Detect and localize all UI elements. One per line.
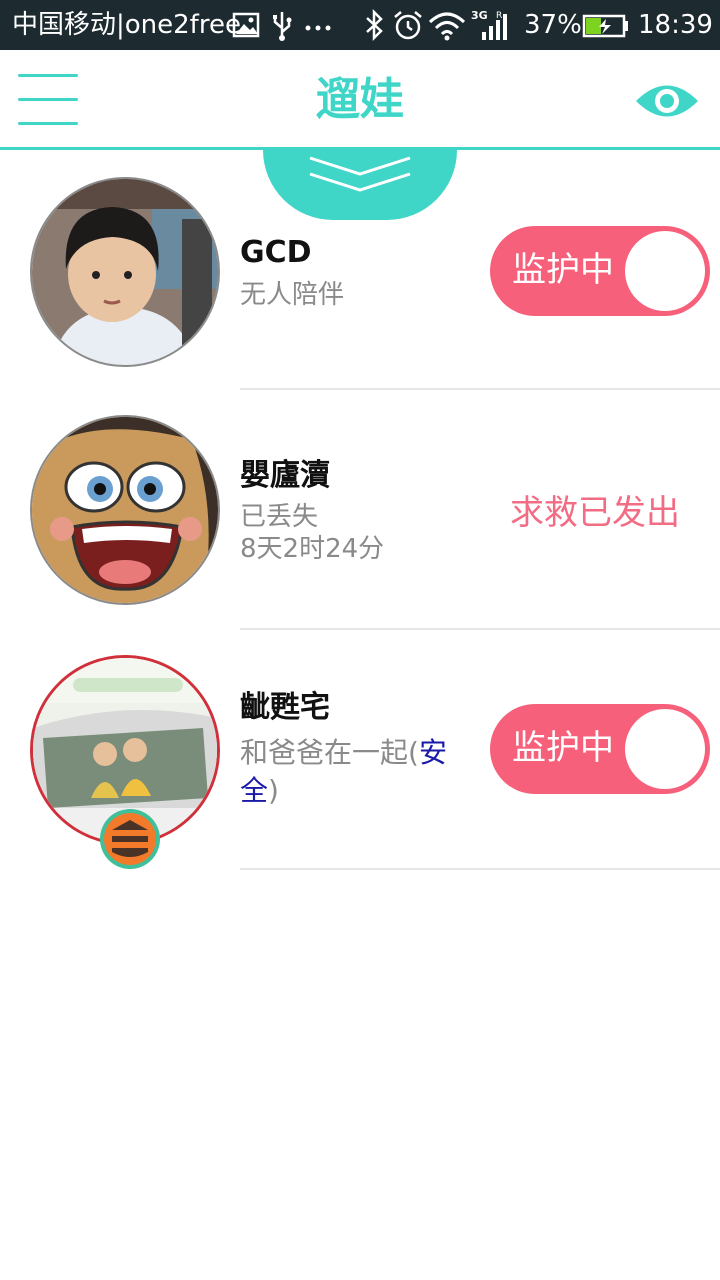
sos-sent-label: 求救已发出 — [510, 493, 680, 533]
toggle-label: 监护中 — [512, 250, 614, 290]
signal-icon: 3G R — [471, 9, 507, 40]
battery-percent: 37% — [524, 10, 582, 40]
wifi-icon — [428, 12, 466, 41]
page-title: 遛娃 — [316, 74, 404, 125]
child-name: GCD — [240, 235, 312, 270]
toggle-knob — [625, 709, 705, 789]
status-bar: 中国移动|one2free 3G R 37% 18:39 — [0, 0, 720, 50]
avatar — [30, 415, 220, 605]
toggle-knob — [625, 231, 705, 311]
child-row[interactable]: 齜甦宅 和爸爸在一起(安全) 监护中 — [0, 630, 720, 870]
missing-duration: 8天2时24分 — [240, 534, 385, 564]
alarm-icon — [394, 11, 422, 40]
child-status: 和爸爸在一起(安全) — [240, 736, 447, 807]
toggle-label: 监护中 — [512, 728, 614, 768]
usb-icon — [273, 12, 292, 41]
child-name: 嬰廬瀆 — [240, 458, 330, 493]
bluetooth-icon — [366, 8, 383, 42]
battery-icon — [582, 14, 628, 38]
avatar — [30, 177, 220, 367]
clock: 18:39 — [638, 10, 713, 40]
child-row[interactable]: 嬰廬瀆 已丢失 8天2时24分 求救已发出 — [0, 390, 720, 630]
child-name: 齜甦宅 — [240, 690, 330, 725]
promo-badge-icon — [100, 809, 160, 869]
guard-toggle[interactable]: 监护中 — [490, 704, 710, 794]
carrier-label: 中国移动|one2free — [12, 10, 241, 40]
eye-icon[interactable] — [634, 76, 700, 126]
app-header: 遛娃 — [0, 50, 720, 150]
more-icon — [305, 25, 331, 31]
child-status: 已丢失 — [240, 502, 319, 532]
child-status: 无人陪伴 — [240, 280, 345, 310]
guard-toggle[interactable]: 监护中 — [490, 226, 710, 316]
child-row[interactable]: GCD 无人陪伴 监护中 — [0, 150, 720, 390]
row-divider — [240, 868, 720, 870]
svg-text:R: R — [496, 11, 502, 21]
network-type: 3G — [471, 9, 488, 22]
image-icon — [232, 12, 260, 38]
